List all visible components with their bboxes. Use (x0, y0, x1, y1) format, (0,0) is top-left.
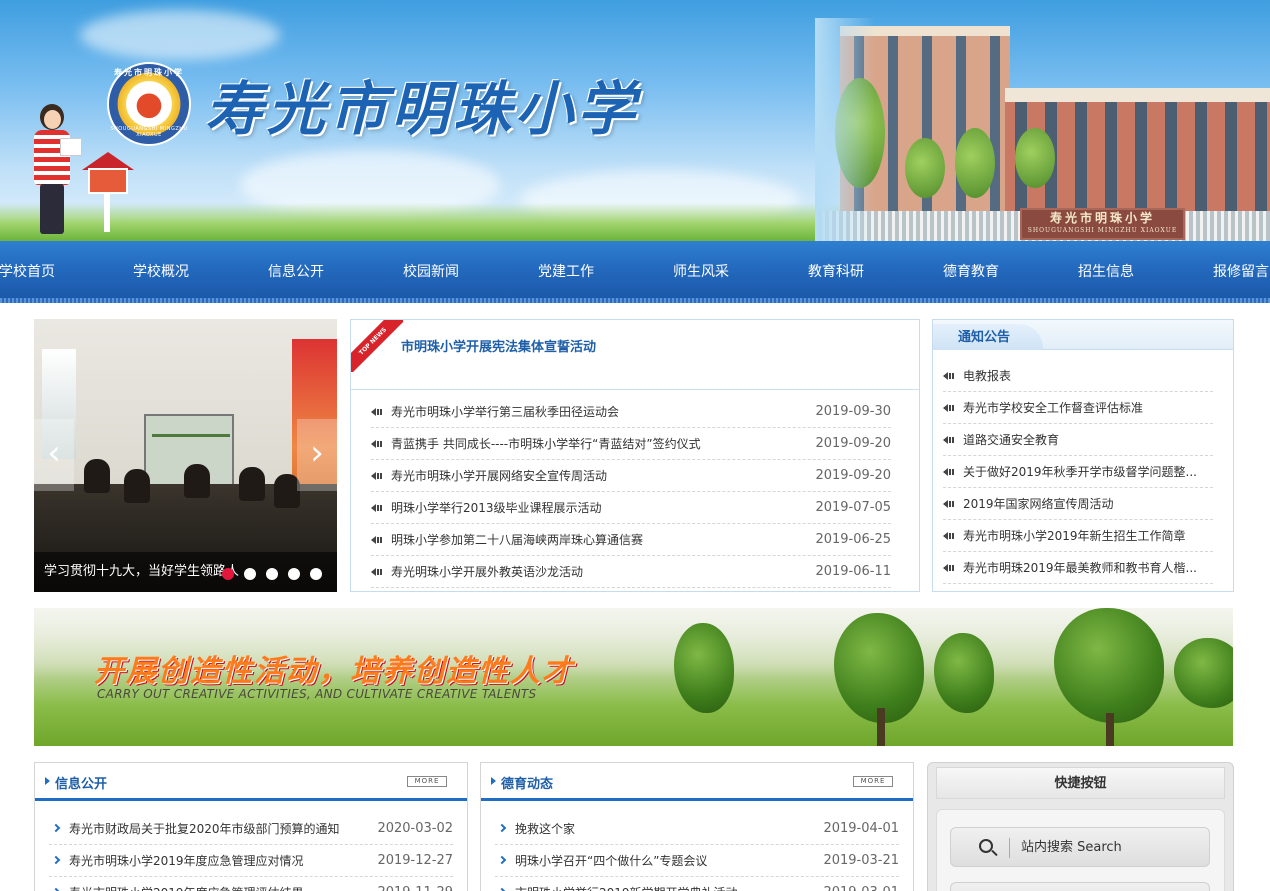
list-item[interactable]: 寿光市财政局关于批复2020年市级部门预算的通知 2020-03-02 (49, 813, 453, 845)
school-logo[interactable]: 寿光市明珠小学 SHOUGUANGSHI MINGZHU XIAOXUE (107, 62, 191, 146)
quick-button[interactable] (950, 882, 1210, 891)
speaker-icon (371, 472, 383, 480)
nav-item-enrollment[interactable]: 招生信息 (1051, 241, 1161, 303)
info-disclosure-panel: 信息公开 MORE 寿光市财政局关于批复2020年市级部门预算的通知 2020-0… (34, 762, 468, 891)
speaker-icon (943, 468, 955, 476)
search-icon (979, 839, 993, 853)
slider-prev-button[interactable]: ‹ (34, 419, 74, 491)
top-news-ribbon: TOP NEWS (351, 320, 403, 372)
speaker-icon (943, 500, 955, 508)
chevron-right-icon (51, 855, 61, 865)
nav-item-info[interactable]: 信息公开 (241, 241, 351, 303)
list-item[interactable]: 寿光市学校安全工作督查评估标准 (943, 392, 1213, 424)
list-item[interactable]: 挽救这个家 2019-04-01 (495, 813, 899, 845)
list-item[interactable]: 寿光市明珠2019年最美教师和教书育人楷... (943, 552, 1213, 584)
list-item[interactable]: 电教报表 (943, 360, 1213, 392)
speaker-icon (943, 532, 955, 540)
speaker-icon (943, 436, 955, 444)
speaker-icon (943, 564, 955, 572)
list-item[interactable]: 道路交通安全教育 (943, 424, 1213, 456)
list-item[interactable]: 寿光市明珠小学2019年度应急管理应对情况 2019-12-27 (49, 845, 453, 877)
nav-item-moral[interactable]: 德育教育 (916, 241, 1026, 303)
ribbon-text: TOP NEWS (351, 320, 403, 372)
photo-slider[interactable]: ‹ › 学习贯彻十九大，当好学生领路人 (34, 319, 337, 592)
slider-dot[interactable] (288, 568, 300, 580)
list-item[interactable]: 2019年国家网络宣传周活动 (943, 488, 1213, 520)
list-item[interactable]: 寿光明珠小学开展外教英语沙龙活动 2019-06-11 (371, 556, 891, 588)
slider-dot[interactable] (310, 568, 322, 580)
chevron-right-icon (497, 823, 507, 833)
chevron-right-icon (51, 823, 61, 833)
nav-item-research[interactable]: 教育科研 (781, 241, 891, 303)
speaker-icon (371, 568, 383, 576)
mailbox-illustration (82, 152, 134, 232)
list-item[interactable]: 寿光市明珠小学2019年度应急管理评估结果2019-11-29 (49, 877, 453, 891)
main-nav: 学校首页 学校概况 信息公开 校园新闻 党建工作 师生风采 教育科研 德育教育 … (0, 241, 1270, 303)
list-item[interactable]: 寿光市明珠小学2019年新生招生工作简章 (943, 520, 1213, 552)
more-button[interactable]: MORE (853, 776, 893, 787)
list-item[interactable]: 明珠小学参加第二十八届海峡两岸珠心算通信赛 2019-06-25 (371, 524, 891, 556)
nav-item-overview[interactable]: 学校概况 (106, 241, 216, 303)
chevron-right-icon (497, 855, 507, 865)
gate-sign: 寿光市明珠小学 SHOUGUANGSHI MINGZHU XIAOXUE (1020, 208, 1185, 240)
list-item[interactable]: 明珠小学召开“四个做什么”专题会议 2019-03-21 (495, 845, 899, 877)
list-item[interactable]: 寿光市明珠小学举行第三届秋季田径运动会 2019-09-30 (371, 396, 891, 428)
slider-dot[interactable] (222, 568, 234, 580)
nav-item-party[interactable]: 党建工作 (511, 241, 621, 303)
nav-item-repair[interactable]: 报修留言 (1186, 241, 1270, 303)
speaker-icon (371, 440, 383, 448)
panel-title[interactable]: 信息公开 (44, 773, 107, 792)
logo-ring-subtext: SHOUGUANGSHI MINGZHU XIAOXUE (110, 126, 188, 138)
slogan-banner: 开展创造性活动，培养创造性人才 CARRY OUT CREATIVE ACTIV… (34, 608, 1233, 746)
speaker-icon (371, 504, 383, 512)
moral-list: 挽救这个家 2019-04-01 明珠小学召开“四个做什么”专题会议 2019-03… (495, 813, 899, 891)
gate-sign-subtext: SHOUGUANGSHI MINGZHU XIAOXUE (1027, 227, 1178, 234)
slider-dots (222, 568, 332, 580)
notice-panel: 通知公告 电教报表 寿光市学校安全工作督查评估标准 道路交通安全教育 关于做好2… (932, 319, 1234, 592)
nav-item-home[interactable]: 学校首页 (0, 241, 82, 303)
news-list: 寿光市明珠小学举行第三届秋季田径运动会 2019-09-30 青蓝携手 共同成长-… (371, 396, 891, 588)
banner-subtitle: CARRY OUT CREATIVE ACTIVITIES, AND CULTI… (97, 687, 537, 701)
speaker-icon (371, 408, 383, 416)
list-item[interactable]: 青蓝携手 共同成长----市明珠小学举行“青蓝结对”签约仪式 2019-09-20 (371, 428, 891, 460)
logo-ring-text: 寿光市明珠小学 (114, 68, 184, 77)
slider-next-button[interactable]: › (297, 419, 337, 491)
more-button[interactable]: MORE (407, 776, 447, 787)
list-item[interactable]: 市明珠小学举行2019新学期开学典礼活动2019-03-01 (495, 877, 899, 891)
panel-title[interactable]: 德育动态 (490, 773, 553, 792)
slider-dot[interactable] (266, 568, 278, 580)
site-search-label: 站内搜索 Search (1021, 840, 1122, 855)
nav-item-style[interactable]: 师生风采 (646, 241, 756, 303)
site-search-button[interactable]: 站内搜索 Search (950, 827, 1210, 867)
quick-buttons-panel: 快捷按钮 站内搜索 Search (927, 762, 1234, 891)
news-panel: TOP NEWS 市明珠小学开展宪法集体宣誓活动 寿光市明珠小学举行第三届秋季田… (350, 319, 920, 592)
site-title: 寿光市明珠小学 (205, 75, 640, 143)
lawn-decoration (0, 203, 900, 241)
school-building-photo: 寿光市明珠小学 SHOUGUANGSHI MINGZHU XIAOXUE (815, 18, 1270, 241)
notice-title[interactable]: 通知公告 (933, 324, 1043, 350)
nav-item-campus-news[interactable]: 校园新闻 (376, 241, 486, 303)
list-item[interactable]: 关于做好2019年秋季开学市级督学问题整... (943, 456, 1213, 488)
list-item[interactable]: 寿光市明珠小学开展网络安全宣传周活动 2019-09-20 (371, 460, 891, 492)
slider-dot[interactable] (244, 568, 256, 580)
banner-slogan: 开展创造性活动，培养创造性人才 (94, 654, 574, 689)
gate-sign-text: 寿光市明珠小学 (1049, 211, 1155, 225)
news-headline[interactable]: 市明珠小学开展宪法集体宣誓活动 (401, 336, 596, 355)
speaker-icon (371, 536, 383, 544)
notice-list: 电教报表 寿光市学校安全工作督查评估标准 道路交通安全教育 关于做好2019年秋… (943, 360, 1213, 584)
speaker-icon (943, 372, 955, 380)
quick-panel-title: 快捷按钮 (936, 767, 1225, 799)
speaker-icon (943, 404, 955, 412)
site-header: 寿光市明珠小学 SHOUGUANGSHI MINGZHU XIAOXUE 寿光市… (0, 0, 1270, 241)
girl-illustration (30, 100, 82, 241)
moral-news-panel: 德育动态 MORE 挽救这个家 2019-04-01 明珠小学召开“四个做什么”专… (480, 762, 914, 891)
list-item[interactable]: 明珠小学举行2013级毕业课程展示活动 2019-07-05 (371, 492, 891, 524)
info-list: 寿光市财政局关于批复2020年市级部门预算的通知 2020-03-02 寿光市明珠… (49, 813, 453, 891)
cloud-decoration (80, 10, 280, 60)
logo-emblem-icon (131, 86, 167, 122)
